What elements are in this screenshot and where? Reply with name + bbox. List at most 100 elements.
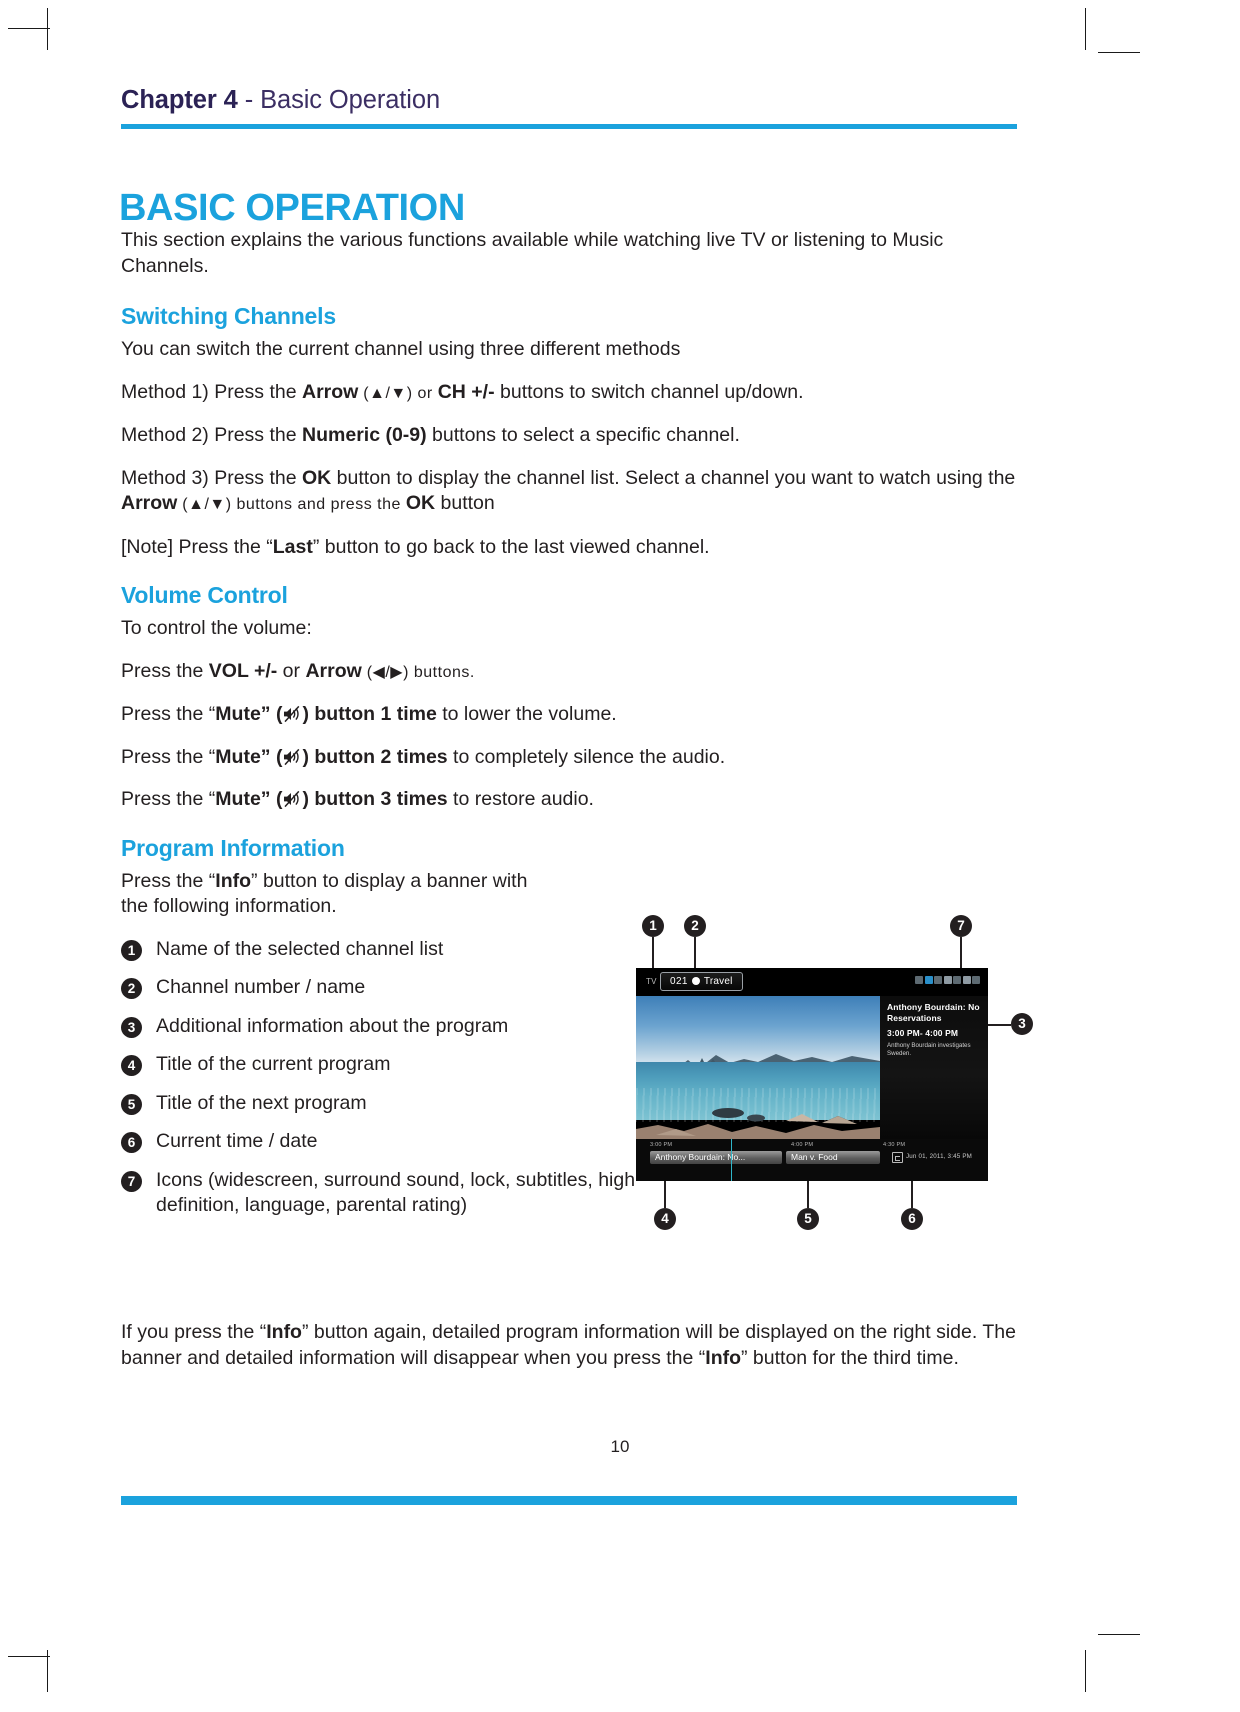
current-datetime: Jun 01, 2011, 3:45 PM xyxy=(906,1153,973,1160)
switching-method-2: Method 2) Press the Numeric (0-9) button… xyxy=(121,423,1019,449)
mu1-tail: to lower the volume. xyxy=(436,703,617,725)
mu2-count: 2 times xyxy=(380,745,448,768)
parental-rating-icon xyxy=(972,976,980,984)
m3-arrow: Arrow xyxy=(121,492,178,514)
m1-e: buttons to switch channel up/down. xyxy=(494,380,804,403)
surround-sound-icon xyxy=(924,976,933,984)
m3-ok-1: OK xyxy=(302,466,332,489)
figure-leader-2 xyxy=(694,937,696,968)
figure-callout-5: 5 xyxy=(797,1208,819,1230)
mu3-pre: Press the “ xyxy=(121,788,216,810)
section-heading-switching-channels: Switching Channels xyxy=(121,303,336,329)
list-item: 3 Additional information about the progra… xyxy=(121,1014,536,1040)
crop-mark-top-left xyxy=(47,8,48,50)
figure-callout-4: 4 xyxy=(654,1208,676,1230)
m3-g: button xyxy=(435,492,495,514)
mu3-mid: ” ( xyxy=(260,788,283,810)
footer-rule xyxy=(121,1496,1017,1505)
mu2-mid: ” ( xyxy=(260,745,283,768)
list-item: 5 Title of the next program xyxy=(121,1091,621,1117)
mu2-pre: Press the “ xyxy=(121,745,216,768)
figure-callout-6: 6 xyxy=(901,1208,923,1230)
tv-banner-figure: TV 021 Travel Anthony Bourdain: No Reser… xyxy=(636,915,1033,1230)
figure-leader-3 xyxy=(988,1024,1011,1026)
pl-info: Info xyxy=(215,869,252,892)
crop-mark-bottom-left-h xyxy=(8,1656,50,1657)
breadcrumb: Chapter 4 - Basic Operation xyxy=(121,86,1017,115)
list-item: 6 Current time / date xyxy=(121,1129,621,1155)
closing-paragraph: If you press the “Info” button again, de… xyxy=(121,1320,1019,1371)
list-item: 1 Name of the selected channel list xyxy=(121,937,621,963)
volume-mute-1: Press the “Mute” () button 1 time to low… xyxy=(121,702,1019,728)
legend-text-7: Icons (widescreen, surround sound, lock,… xyxy=(156,1168,636,1217)
volume-mute-3: Press the “Mute” () button 3 times to re… xyxy=(121,787,1019,813)
m2-a: Method 2) Press the xyxy=(121,424,303,446)
m3-a: Method 3) Press the xyxy=(121,466,303,489)
crop-mark-bottom-right xyxy=(1085,1650,1086,1692)
vp-arrow: Arrow xyxy=(305,659,362,682)
legend-text-1: Name of the selected channel list xyxy=(156,937,444,960)
detail-program-title: Anthony Bourdain: No Reservations xyxy=(887,1002,980,1023)
timeline-time-2: 4:00 PM xyxy=(791,1142,814,1148)
figure-callout-1: 1 xyxy=(642,915,664,937)
high-definition-icon xyxy=(953,976,961,984)
manual-page: Chapter 4 - Basic Operation BASIC OPERAT… xyxy=(0,0,1240,1712)
closing-paragraph-wrap: If you press the “Info” button again, de… xyxy=(121,1320,1019,1388)
mu3-tail: to restore audio. xyxy=(447,788,594,810)
m3-e: (▲/▼) buttons and press the xyxy=(177,496,406,513)
mute-speaker-icon xyxy=(282,748,302,766)
volume-mute-2: Press the “Mute” () button 2 times to co… xyxy=(121,745,1019,771)
language-icon xyxy=(962,976,971,984)
volume-press-vol: Press the VOL +/- or Arrow (◀/▶) buttons… xyxy=(121,659,1019,686)
m3-ok-2: OK xyxy=(405,492,436,514)
legend-badge-6: 6 xyxy=(121,1132,142,1153)
m2-c: buttons to select a specific channel. xyxy=(426,424,740,446)
switching-note: [Note] Press the “Last” button to go bac… xyxy=(121,535,1019,561)
rocks-layer xyxy=(636,1108,880,1139)
legend-text-4: Title of the current program xyxy=(156,1053,391,1075)
mu1-mid: ” ( xyxy=(260,703,283,725)
channel-logo-icon xyxy=(691,977,700,985)
switching-method-3: Method 3) Press the OK button to display… xyxy=(121,466,1019,518)
timeline-bar: 3:00 PM 4:00 PM 4:30 PM Anthony Bourdain… xyxy=(636,1139,988,1181)
lock-icon xyxy=(934,976,942,984)
list-item: 2 Channel number / name xyxy=(121,975,621,1001)
m1-ch: CH +/- xyxy=(437,380,495,403)
list-item: 7 Icons (widescreen, surround sound, lock… xyxy=(121,1168,642,1219)
timeline-time-1: 3:00 PM xyxy=(650,1142,673,1148)
chapter-header: Chapter 4 - Basic Operation xyxy=(121,86,1017,115)
legend-badge-4: 4 xyxy=(121,1055,142,1076)
figure-leader-4 xyxy=(664,1181,666,1208)
legend-text-6: Current time / date xyxy=(156,1130,318,1152)
legend-text-5: Title of the next program xyxy=(156,1091,367,1114)
crop-mark-top-left-h xyxy=(8,28,50,29)
figure-leader-1 xyxy=(652,937,654,968)
timeline-times: 3:00 PM 4:00 PM 4:30 PM xyxy=(636,1142,988,1150)
section-heading-program-information: Program Information xyxy=(121,834,345,861)
cl-a: If you press the “ xyxy=(121,1321,267,1343)
mu1-count: 1 time xyxy=(380,703,437,725)
timeline-next-program[interactable]: Man v. Food xyxy=(786,1151,880,1164)
header-rule xyxy=(121,124,1017,129)
vp-e: (◀/▶) buttons. xyxy=(361,663,475,681)
chapter-separator: - xyxy=(237,86,261,114)
page-number: 10 xyxy=(610,1437,630,1456)
mu2-tail: to completely silence the audio. xyxy=(447,745,726,768)
mu1-mute: Mute xyxy=(215,703,261,725)
mute-speaker-icon xyxy=(282,705,302,723)
figure-leader-6 xyxy=(911,1181,913,1208)
figure-callout-2: 2 xyxy=(684,915,706,937)
timeline-current-program[interactable]: Anthony Bourdain: No... xyxy=(650,1151,782,1164)
subtitles-icon xyxy=(943,976,952,984)
switching-method-1: Method 1) Press the Arrow (▲/▼) or CH +/… xyxy=(121,380,1019,407)
program-lead: Press the “Info” button to display a ban… xyxy=(121,869,541,920)
channel-number: 021 xyxy=(670,976,688,987)
mu3-count: 3 times xyxy=(380,788,448,810)
detail-program-description: Anthony Bourdain investigates Sweden. xyxy=(887,1042,971,1057)
cl-info-1: Info xyxy=(266,1321,302,1343)
mu3-close: ) button xyxy=(302,788,381,810)
legend-badge-2: 2 xyxy=(121,978,142,999)
m1-a: Method 1) Press the xyxy=(121,380,303,403)
status-icon-row xyxy=(915,976,980,984)
crop-mark-top-right xyxy=(1085,8,1086,50)
